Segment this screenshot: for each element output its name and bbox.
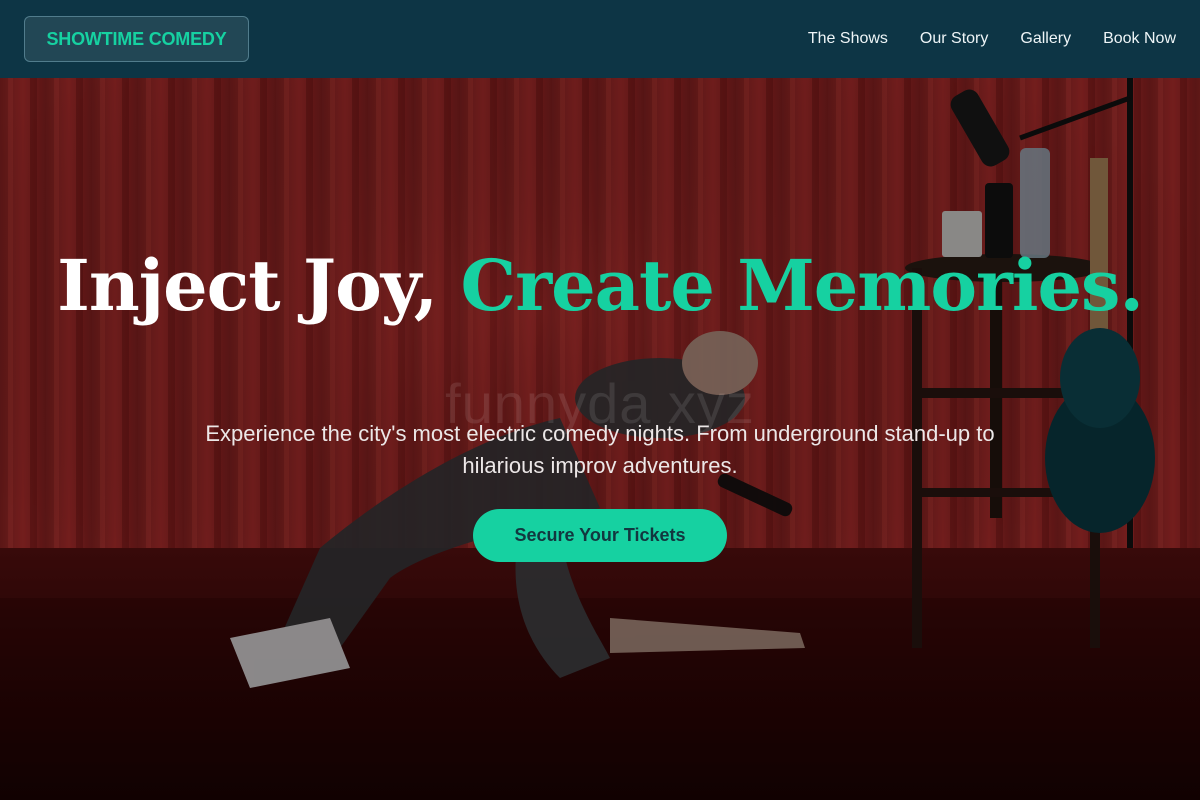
nav-link-gallery[interactable]: Gallery bbox=[1020, 30, 1071, 48]
hero-subtitle: Experience the city's most electric come… bbox=[205, 421, 995, 478]
site-header: SHOWTIME COMEDY The Shows Our Story Gall… bbox=[0, 0, 1200, 78]
brand-logo[interactable]: SHOWTIME COMEDY bbox=[24, 16, 249, 62]
nav-link-our-story[interactable]: Our Story bbox=[920, 30, 988, 48]
nav-link-the-shows[interactable]: The Shows bbox=[808, 30, 888, 48]
main-nav: The Shows Our Story Gallery Book Now bbox=[808, 0, 1176, 78]
hero-section: funnyda xyz Inject Joy, Create Memories.… bbox=[0, 78, 1200, 800]
nav-link-book-now[interactable]: Book Now bbox=[1103, 30, 1176, 48]
hero-headline: Inject Joy, Create Memories. bbox=[0, 250, 1200, 322]
secure-tickets-button[interactable]: Secure Your Tickets bbox=[473, 509, 727, 562]
headline-part-1: Inject Joy, bbox=[57, 244, 461, 327]
headline-accent: Create Memories. bbox=[460, 244, 1144, 327]
